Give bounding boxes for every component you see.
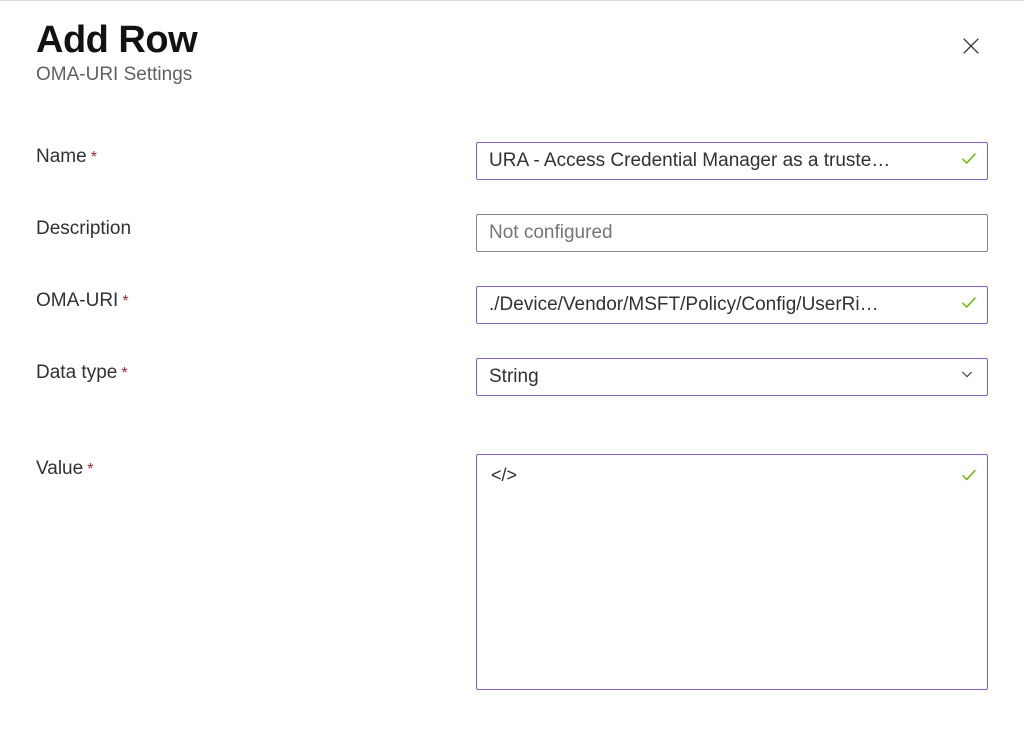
omauri-input[interactable] xyxy=(476,286,988,324)
page-subtitle: OMA-URI Settings xyxy=(36,64,197,86)
description-input[interactable] xyxy=(476,214,988,252)
label-omauri: OMA-URI* xyxy=(36,286,476,312)
title-block: Add Row OMA-URI Settings xyxy=(36,19,197,86)
label-value: Value* xyxy=(36,454,476,480)
description-input-wrapper xyxy=(476,214,988,252)
name-input-wrapper xyxy=(476,142,988,180)
required-star: * xyxy=(122,293,128,310)
value-textarea[interactable] xyxy=(476,454,988,690)
omauri-label: OMA-URI xyxy=(36,290,118,311)
value-input-wrapper xyxy=(476,454,988,695)
row-omauri: OMA-URI* xyxy=(36,286,988,324)
name-label: Name xyxy=(36,146,87,167)
row-datatype: Data type* String xyxy=(36,358,988,396)
name-input[interactable] xyxy=(476,142,988,180)
value-label: Value xyxy=(36,458,83,479)
chevron-down-icon xyxy=(959,366,975,388)
required-star: * xyxy=(121,365,127,382)
datatype-selected-value: String xyxy=(489,366,539,388)
required-star: * xyxy=(91,149,97,166)
row-name: Name* xyxy=(36,142,988,180)
datatype-select[interactable]: String xyxy=(476,358,988,396)
close-icon xyxy=(960,45,982,60)
omauri-input-wrapper xyxy=(476,286,988,324)
close-button[interactable] xyxy=(954,29,988,66)
label-name: Name* xyxy=(36,142,476,168)
form-area: Name* Description xyxy=(36,142,988,695)
page-title: Add Row xyxy=(36,19,197,62)
add-row-panel: Add Row OMA-URI Settings Name* xyxy=(0,0,1024,743)
description-label: Description xyxy=(36,218,131,239)
required-star: * xyxy=(87,461,93,478)
panel-header: Add Row OMA-URI Settings xyxy=(36,19,988,86)
row-value: Value* xyxy=(36,454,988,695)
label-description: Description xyxy=(36,214,476,240)
label-datatype: Data type* xyxy=(36,358,476,384)
datatype-label: Data type xyxy=(36,362,117,383)
row-description: Description xyxy=(36,214,988,252)
